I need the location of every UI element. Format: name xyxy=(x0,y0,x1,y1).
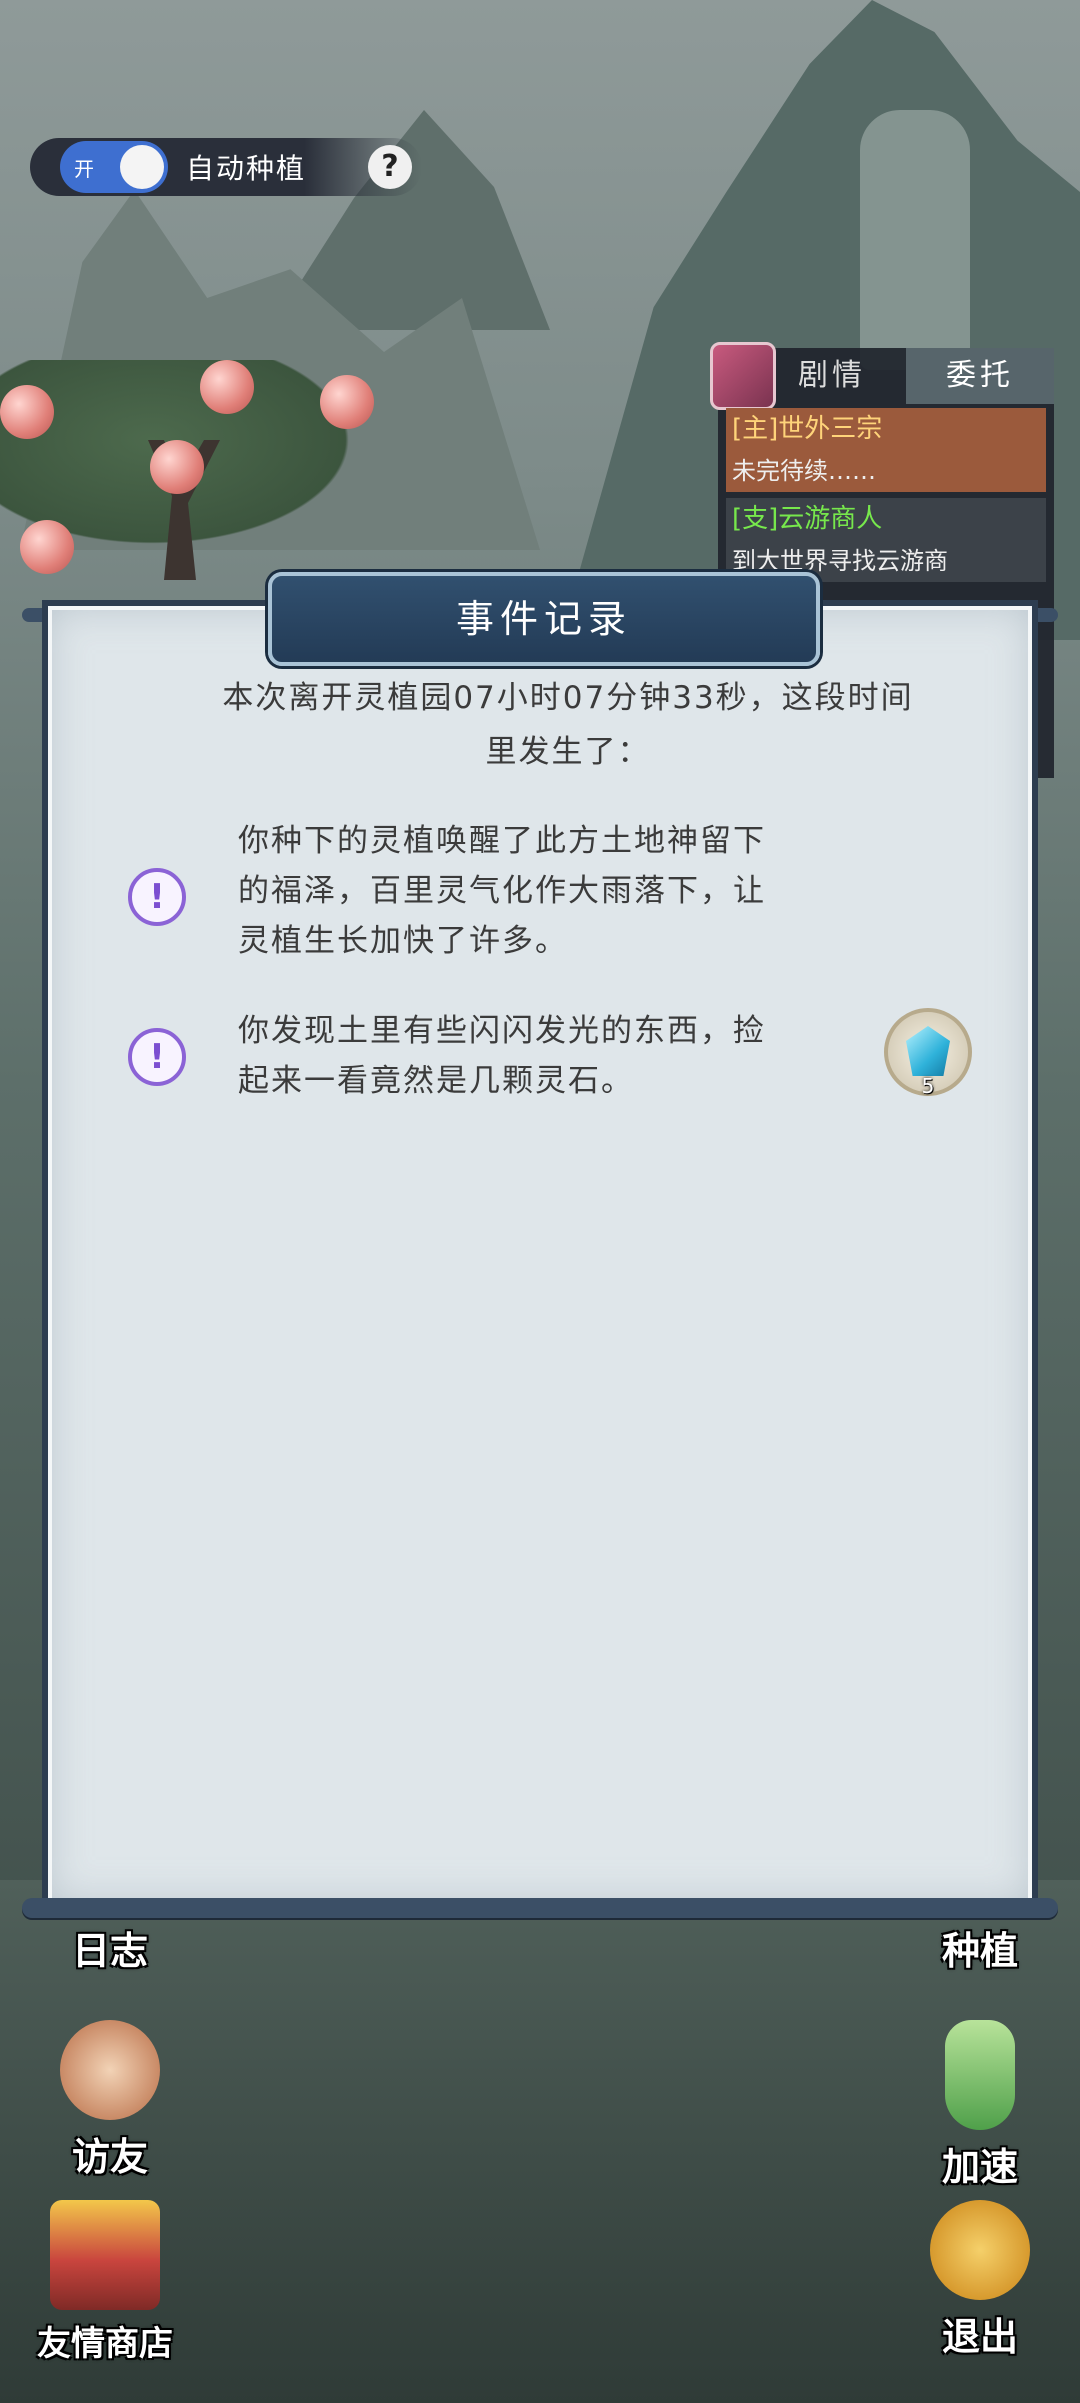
event-text: 你种下的灵植唤醒了此方土地神留下 的福泽，百里灵气化作大雨落下，让 灵植生长加快… xyxy=(238,816,858,966)
event-text-line: 灵植生长加快了许多。 xyxy=(238,923,568,959)
exit-arrow-icon xyxy=(930,2200,1030,2300)
gourd-icon xyxy=(945,2020,1015,2130)
quest-title: [主]世外三宗 xyxy=(726,408,1046,450)
speed-up-button[interactable]: 加速 xyxy=(905,2020,1055,2191)
friendship-shop-button[interactable]: 友情商店 xyxy=(20,2200,190,2365)
dialog-bottom-rod xyxy=(22,1898,1058,1918)
friends-icon xyxy=(60,2020,160,2120)
reward-count: 5 xyxy=(921,1074,935,1098)
peach-fruit xyxy=(200,360,254,414)
peach-fruit xyxy=(320,375,374,429)
plant-button[interactable]: 种植 xyxy=(910,1920,1050,1975)
event-text: 你发现土里有些闪闪发光的东西，捡 起来一看竟然是几颗灵石。 xyxy=(238,1006,858,1106)
peach-fruit xyxy=(150,440,204,494)
event-log-dialog: 本次离开灵植园07小时07分钟33秒，这段时间 里发生了： ! 你种下的灵植唤醒… xyxy=(22,572,1058,1922)
dialog-panel: 本次离开灵植园07小时07分钟33秒，这段时间 里发生了： ! 你种下的灵植唤醒… xyxy=(42,600,1038,1910)
peach-fruit xyxy=(0,385,54,439)
summary-line: 里发生了： xyxy=(485,734,651,770)
event-text-line: 你种下的灵植唤醒了此方土地神留下 xyxy=(238,823,766,859)
auto-plant-toggle[interactable]: 开 xyxy=(60,141,168,193)
exit-button[interactable]: 退出 xyxy=(910,2200,1050,2361)
event-text-line: 你发现土里有些闪闪发光的东西，捡 xyxy=(238,1013,766,1049)
auto-plant-bar: 开 自动种植 xyxy=(30,138,422,196)
peach-fruit xyxy=(20,520,74,574)
plant-label: 种植 xyxy=(941,1929,1018,1973)
dialog-title-banner: 事件记录 xyxy=(268,572,820,666)
stone-tablet xyxy=(860,110,970,370)
event-summary: 本次离开灵植园07小时07分钟33秒，这段时间 里发生了： xyxy=(158,671,978,779)
exclamation-icon: ! xyxy=(128,868,186,926)
speed-label: 加速 xyxy=(941,2145,1018,2189)
quest-badge-icon[interactable] xyxy=(710,342,776,410)
shop-icon xyxy=(50,2200,160,2310)
spirit-stone-reward[interactable]: 5 xyxy=(884,1008,972,1098)
help-icon[interactable]: ? xyxy=(368,145,412,189)
quest-item-main[interactable]: [主]世外三宗 未完待续…… xyxy=(726,408,1046,492)
log-label: 日志 xyxy=(71,1929,148,1973)
summary-line: 本次离开灵植园07小时07分钟33秒，这段时间 xyxy=(222,680,914,716)
spirit-stone-icon xyxy=(906,1026,950,1076)
event-text-line: 起来一看竟然是几颗灵石。 xyxy=(238,1063,634,1099)
visit-friend-button[interactable]: 访友 xyxy=(40,2020,180,2181)
toggle-knob xyxy=(120,145,164,189)
auto-plant-label: 自动种植 xyxy=(186,152,307,185)
dialog-title: 事件记录 xyxy=(455,597,632,641)
visit-label: 访友 xyxy=(71,2135,148,2179)
exclamation-icon: ! xyxy=(128,1028,186,1086)
quest-title: [支]云游商人 xyxy=(726,498,1046,540)
event-text-line: 的福泽，百里灵气化作大雨落下，让 xyxy=(238,873,766,909)
tab-commission[interactable]: 委托 xyxy=(906,348,1054,404)
toggle-state-label: 开 xyxy=(74,156,94,181)
quest-item-side[interactable]: [支]云游商人 到大世界寻找云游商 xyxy=(726,498,1046,582)
log-button[interactable]: 日志 xyxy=(40,1920,180,1975)
quest-desc: 未完待续…… xyxy=(726,450,1046,492)
exit-label: 退出 xyxy=(941,2315,1018,2359)
shop-label: 友情商店 xyxy=(37,2324,173,2364)
